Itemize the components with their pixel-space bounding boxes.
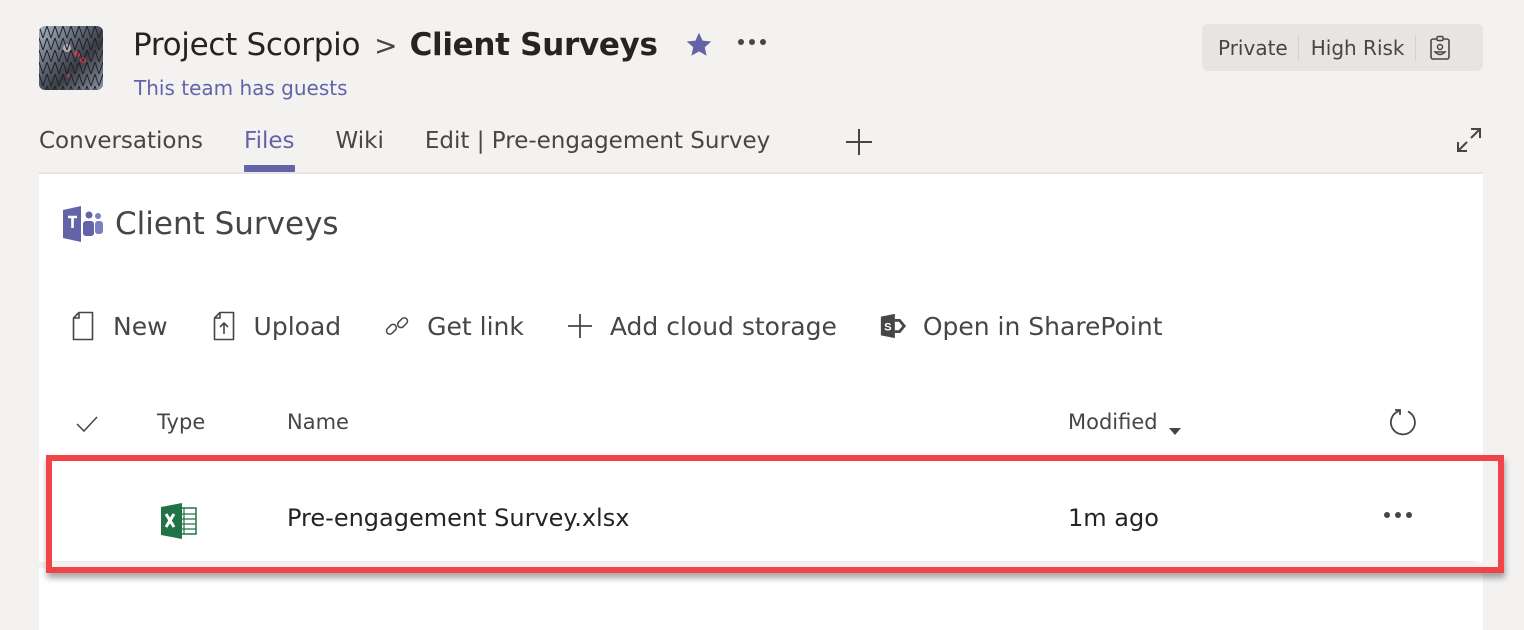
refresh-icon[interactable] [1389, 406, 1419, 438]
file-name[interactable]: Pre-engagement Survey.xlsx [287, 504, 629, 532]
breadcrumb: Project Scorpio > Client Surveys [133, 22, 766, 68]
classification-badge: High Risk [1310, 35, 1405, 60]
files-toolbar: New Upload Get link Add cloud storage S … [69, 304, 1205, 348]
tab-edit-pre-engagement-survey[interactable]: Edit | Pre-engagement Survey [425, 124, 770, 172]
privacy-badge: Private [1218, 35, 1288, 60]
get-link-button[interactable]: Get link [383, 309, 524, 343]
open-in-sharepoint-button[interactable]: S Open in SharePoint [879, 309, 1163, 343]
teams-channel-files-view: Project Scorpio > Client Surveys This te… [0, 0, 1524, 630]
new-label: New [113, 311, 168, 341]
file-modified: 1m ago [1068, 504, 1159, 532]
excel-icon [160, 502, 198, 540]
new-document-icon [69, 309, 97, 343]
sharepoint-icon: S [879, 309, 907, 343]
upload-icon [210, 309, 238, 343]
breadcrumb-separator: > [374, 28, 398, 62]
select-all-checkmark-icon[interactable] [75, 412, 99, 436]
file-row[interactable]: Pre-engagement Survey.xlsx 1m ago [51, 464, 1477, 564]
badge-divider [1297, 34, 1299, 61]
channel-name: Client Surveys [409, 27, 658, 63]
tab-conversations[interactable]: Conversations [39, 124, 203, 172]
favorite-star-icon[interactable] [684, 30, 714, 60]
sort-descending-caret-icon [1168, 417, 1182, 435]
expand-icon[interactable] [1454, 125, 1484, 155]
open-in-sharepoint-label: Open in SharePoint [922, 311, 1163, 341]
new-button[interactable]: New [69, 309, 168, 343]
add-cloud-storage-button[interactable]: Add cloud storage [566, 309, 837, 343]
guest-badge-icon[interactable] [1428, 35, 1452, 61]
upload-button[interactable]: Upload [210, 309, 342, 343]
panel-title: Client Surveys [115, 206, 339, 242]
panel-header: Client Surveys [61, 204, 339, 244]
column-header-name[interactable]: Name [287, 410, 349, 434]
row-separator [39, 562, 1483, 568]
channel-tabs: Conversations Files Wiki Edit | Pre-enga… [39, 124, 811, 172]
guests-notice[interactable]: This team has guests [134, 76, 348, 100]
files-column-header: Type Name Modified [39, 404, 1483, 446]
team-avatar[interactable] [39, 26, 103, 90]
tab-wiki[interactable]: Wiki [336, 124, 384, 172]
svg-text:S: S [884, 322, 892, 334]
channel-more-options-icon[interactable] [737, 30, 766, 60]
add-cloud-storage-label: Add cloud storage [609, 311, 837, 341]
get-link-label: Get link [427, 311, 524, 341]
team-badges: Private High Risk [1202, 24, 1483, 71]
team-name[interactable]: Project Scorpio [133, 27, 360, 63]
badge-divider [1414, 34, 1416, 61]
column-header-modified-label: Modified [1068, 410, 1158, 434]
upload-label: Upload [253, 311, 342, 341]
link-icon [383, 309, 411, 343]
tab-files[interactable]: Files [244, 124, 296, 172]
file-more-options-icon[interactable] [1384, 512, 1412, 518]
plus-icon [566, 309, 594, 343]
team-avatar-image [39, 26, 103, 90]
teams-logo-icon [61, 204, 105, 244]
column-header-type[interactable]: Type [157, 410, 205, 434]
add-tab-plus-icon[interactable] [843, 126, 875, 158]
column-header-modified[interactable]: Modified [1068, 410, 1182, 435]
